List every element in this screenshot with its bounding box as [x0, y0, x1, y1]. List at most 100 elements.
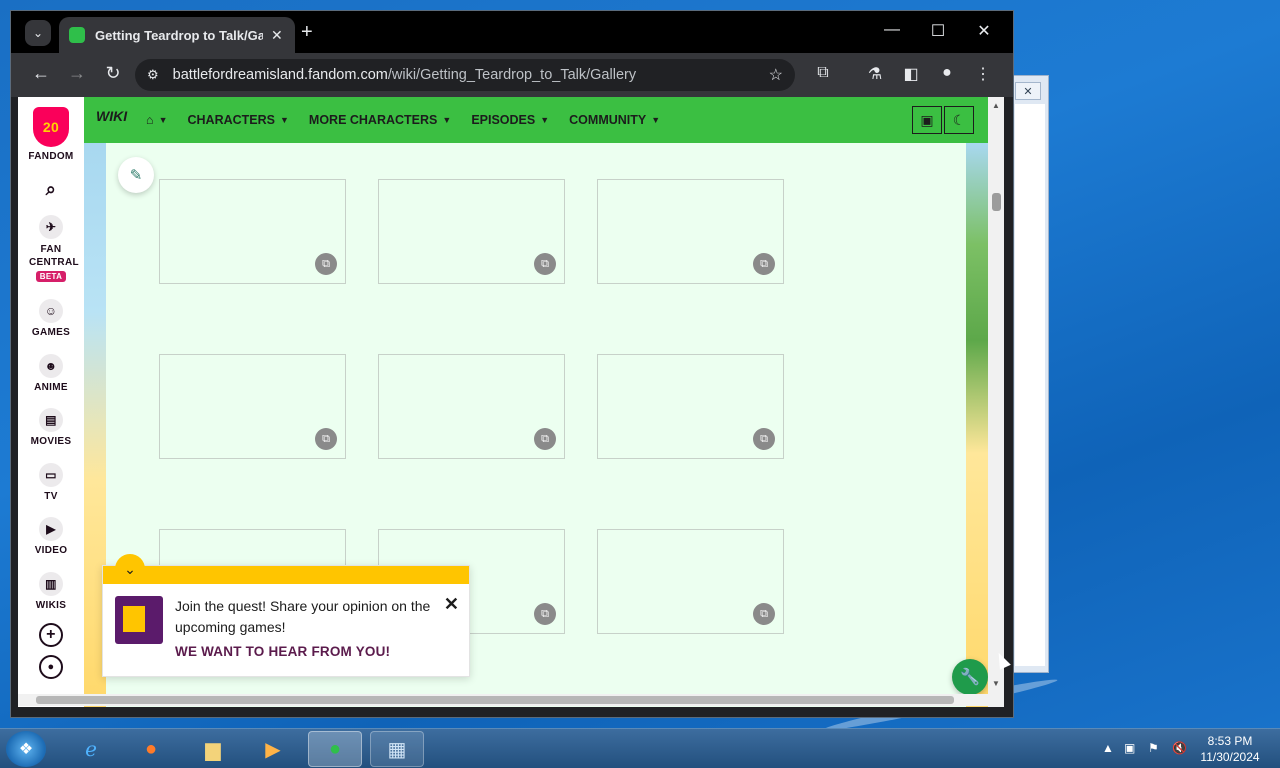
forward-button[interactable]: →: [65, 63, 89, 84]
show-hidden-icons[interactable]: ▲: [1102, 741, 1114, 755]
rail-label: VIDEO: [34, 545, 68, 556]
gallery-thumbnail[interactable]: ⧉: [597, 179, 784, 284]
new-tab-button[interactable]: +: [301, 21, 313, 44]
address-bar[interactable]: ⚙ battlefordreamisland.fandom.com/wiki/G…: [135, 59, 795, 91]
back-button[interactable]: ←: [29, 63, 53, 84]
extensions-icon[interactable]: ⧉: [811, 64, 835, 82]
explore-menu[interactable]: ⌂ ▼: [146, 113, 167, 127]
rail-anime[interactable]: ☻ ANIME: [18, 354, 84, 393]
scrollbar-thumb[interactable]: [992, 193, 1001, 211]
profile-avatar-icon[interactable]: ●: [935, 64, 959, 82]
expand-icon[interactable]: ⧉: [534, 253, 556, 275]
horizontal-scrollbar[interactable]: [18, 694, 1004, 706]
chevron-down-icon: ▼: [442, 115, 452, 125]
rail-games[interactable]: ☺ GAMES: [18, 299, 84, 338]
expand-icon[interactable]: ⧉: [534, 603, 556, 625]
tab-close-icon[interactable]: ✕: [271, 27, 283, 44]
nav-more-characters[interactable]: MORE CHARACTERS ▼: [309, 113, 451, 127]
expand-icon[interactable]: ⧉: [753, 428, 775, 450]
control-panel-taskbar-icon[interactable]: ▦: [370, 731, 424, 767]
promo-image: [115, 596, 163, 644]
rail-label: ANIME: [34, 382, 68, 393]
rail-video[interactable]: ▶ VIDEO: [18, 517, 84, 556]
site-info-icon[interactable]: ⚙: [147, 67, 159, 83]
nav-episodes[interactable]: EPISODES ▼: [471, 113, 549, 127]
scrollbar-thumb[interactable]: [36, 696, 954, 704]
gallery-thumbnail[interactable]: ⧉: [597, 529, 784, 634]
rail-movies[interactable]: ▤ MOVIES: [18, 408, 84, 447]
fandom-sidebar: 20 FANDOM ⌕ ✈ FAN CENTRAL BETA ☺ GAMES ☻…: [18, 97, 84, 707]
nav-community[interactable]: COMMUNITY ▼: [569, 113, 660, 127]
promo-text: Join the quest! Share your opinion on th…: [175, 598, 431, 635]
wiki-logo[interactable]: WIKI: [96, 108, 132, 132]
user-icon: ●: [39, 655, 63, 679]
gallery-thumbnail[interactable]: ⧉: [597, 354, 784, 459]
close-icon[interactable]: ✕: [444, 594, 459, 615]
media-player-taskbar-icon[interactable]: ▶: [246, 731, 300, 767]
promo-cta-link[interactable]: WE WANT TO HEAR FROM YOU!: [175, 644, 390, 659]
rail-label: WIKIS: [35, 600, 67, 611]
fandom-logo-icon: 20: [33, 107, 69, 147]
labs-icon[interactable]: ⚗: [863, 64, 887, 84]
scroll-up-arrow[interactable]: ▲: [992, 101, 1000, 110]
url-path: /wiki/Getting_Teardrop_to_Talk/Gallery: [387, 67, 637, 83]
expand-icon[interactable]: ⧉: [315, 253, 337, 275]
volume-muted-icon[interactable]: 🔇: [1172, 741, 1187, 755]
chevron-down-icon: ▼: [540, 115, 550, 125]
rail-wikis[interactable]: ▥ WIKIS: [18, 572, 84, 611]
gallery-thumbnail[interactable]: ⧉: [159, 354, 346, 459]
reload-button[interactable]: ↻: [101, 63, 125, 84]
system-clock[interactable]: 8:53 PM 11/30/2024: [1196, 733, 1264, 765]
action-center-flag-icon[interactable]: ⚑: [1148, 741, 1159, 755]
minimize-button[interactable]: —: [877, 21, 907, 39]
firefox-taskbar-icon[interactable]: ●: [124, 731, 178, 767]
start-button[interactable]: ❖: [6, 731, 46, 767]
network-icon[interactable]: ▣: [1124, 741, 1135, 755]
wrench-tools-button[interactable]: 🔧: [952, 659, 988, 695]
edit-pencil-button[interactable]: ✎: [118, 157, 154, 193]
discussions-button[interactable]: ▣: [912, 106, 942, 134]
expand-icon[interactable]: ⧉: [315, 428, 337, 450]
expand-icon[interactable]: ⧉: [753, 253, 775, 275]
dark-mode-button[interactable]: ☾: [944, 106, 974, 134]
scroll-down-arrow[interactable]: ▼: [992, 679, 1000, 688]
vertical-scrollbar[interactable]: ▲ ▼: [988, 97, 1004, 707]
active-tab[interactable]: Getting Teardrop to Talk/Galle ✕: [59, 17, 295, 53]
rail-fandom[interactable]: 20 FANDOM: [18, 107, 84, 162]
close-window-button[interactable]: ✕: [969, 21, 999, 41]
url-host: battlefordreamisland.fandom.com: [172, 67, 388, 83]
gallery-thumbnail[interactable]: ⧉: [159, 179, 346, 284]
bookmark-star-icon[interactable]: ☆: [769, 65, 783, 85]
tab-title: Getting Teardrop to Talk/Galle: [95, 27, 263, 43]
bg-close-button[interactable]: ✕: [1015, 82, 1041, 100]
expand-icon[interactable]: ⧉: [753, 603, 775, 625]
rail-label: MOVIES: [30, 436, 72, 447]
rail-tv[interactable]: ▭ TV: [18, 463, 84, 502]
clock-time: 8:53 PM: [1207, 734, 1253, 748]
rail-create[interactable]: +: [18, 623, 84, 651]
gallery-thumbnail[interactable]: ⧉: [378, 354, 565, 459]
browser-toolbar: ← → ↻ ⚙ battlefordreamisland.fandom.com/…: [11, 53, 1013, 97]
maximize-button[interactable]: ☐: [923, 21, 953, 41]
promo-header-bar: [103, 566, 469, 584]
browser-taskbar-icon[interactable]: ●: [308, 731, 362, 767]
ie-taskbar-icon[interactable]: ℯ: [64, 731, 118, 767]
rail-label: TV: [44, 491, 58, 502]
rail-search[interactable]: ⌕: [18, 177, 84, 205]
nav-characters[interactable]: CHARACTERS ▼: [187, 113, 288, 127]
collapse-chevron-icon[interactable]: ⌄: [115, 554, 145, 584]
url-text: battlefordreamisland.fandom.com/wiki/Get…: [173, 67, 636, 83]
search-icon: ⌕: [45, 178, 57, 199]
nav-label: EPISODES: [471, 113, 536, 127]
rail-fan-central[interactable]: ✈ FAN CENTRAL BETA: [18, 215, 84, 282]
side-panel-icon[interactable]: ◧: [899, 64, 923, 84]
menu-kebab-icon[interactable]: ⋮: [971, 64, 995, 84]
explorer-taskbar-icon[interactable]: ▆: [186, 731, 240, 767]
tab-search-button[interactable]: ⌄: [25, 20, 51, 46]
rail-account[interactable]: ●: [18, 655, 84, 683]
expand-icon[interactable]: ⧉: [534, 428, 556, 450]
fandom-favicon-icon: [69, 27, 85, 43]
gallery-thumbnail[interactable]: ⧉: [378, 179, 565, 284]
wiki-background-right: [966, 143, 988, 707]
nav-label: MORE CHARACTERS: [308, 113, 438, 127]
